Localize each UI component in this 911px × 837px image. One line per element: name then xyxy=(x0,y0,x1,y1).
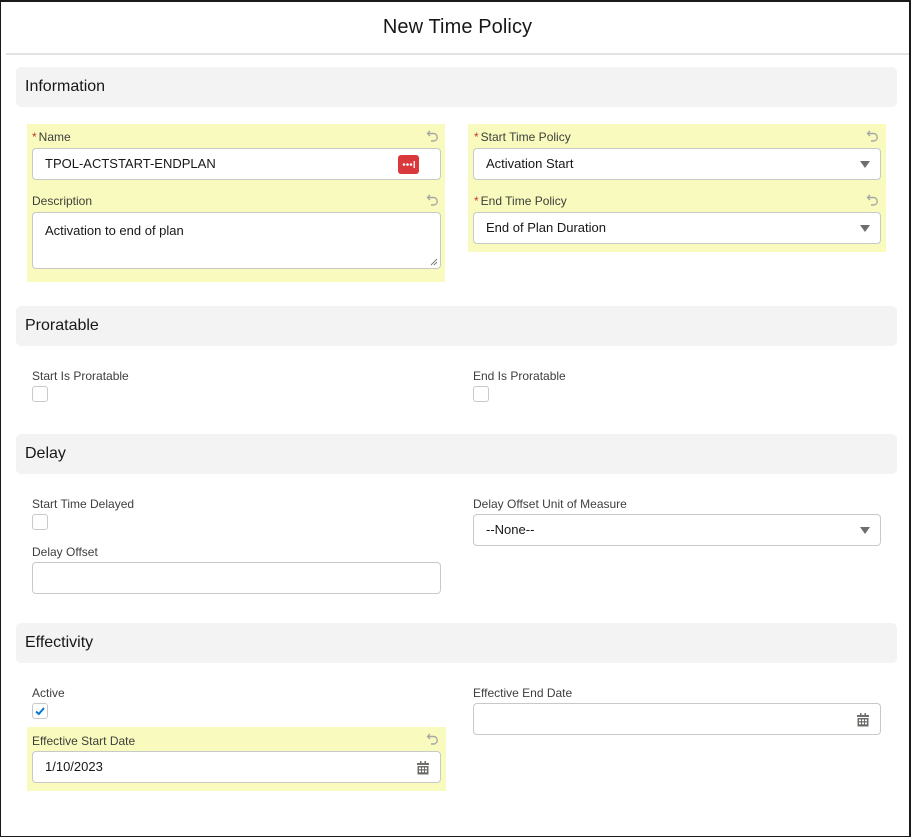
delay-offset-unit-select[interactable]: --None-- xyxy=(473,514,881,546)
delay-offset-unit-label: Delay Offset Unit of Measure xyxy=(473,497,627,511)
active-label: Active xyxy=(32,686,65,700)
start-time-policy-select[interactable]: Activation Start xyxy=(473,148,881,180)
delay-offset-label: Delay Offset xyxy=(32,545,98,559)
section-header-information[interactable]: Information xyxy=(16,67,897,107)
effective-end-date-label: Effective End Date xyxy=(473,686,573,700)
effective-start-date-label: Effective Start Date xyxy=(32,734,136,748)
delay-offset-input[interactable] xyxy=(32,562,441,594)
description-textarea[interactable]: Activation to end of plan xyxy=(32,212,441,269)
section-header-delay[interactable]: Delay xyxy=(16,434,897,474)
calendar-icon[interactable] xyxy=(857,713,869,727)
end-is-proratable-checkbox[interactable] xyxy=(473,386,489,402)
undo-icon[interactable] xyxy=(866,129,880,143)
name-label-text: Name xyxy=(38,130,71,144)
modal-header: New Time Policy xyxy=(6,2,909,55)
calendar-icon[interactable] xyxy=(417,761,429,775)
chevron-down-icon xyxy=(860,225,870,232)
active-checkbox[interactable] xyxy=(32,703,48,719)
end-time-policy-value: End of Plan Duration xyxy=(486,220,606,235)
section-header-effectivity[interactable]: Effectivity xyxy=(16,623,897,663)
chevron-down-icon xyxy=(860,161,870,168)
start-time-delayed-label: Start Time Delayed xyxy=(32,497,135,511)
checkmark-icon xyxy=(35,707,45,716)
end-is-proratable-label: End Is Proratable xyxy=(473,369,566,383)
required-marker: * xyxy=(474,194,479,208)
section-header-proratable[interactable]: Proratable xyxy=(16,306,897,346)
undo-icon[interactable] xyxy=(426,193,440,207)
undo-icon[interactable] xyxy=(866,193,880,207)
resize-grip-icon[interactable] xyxy=(430,258,438,266)
name-input[interactable]: TPOL-ACTSTART-ENDPLAN xyxy=(32,148,441,180)
page-title: New Time Policy xyxy=(382,16,533,38)
effective-start-date-input[interactable]: 1/10/2023 xyxy=(32,751,441,783)
name-value: TPOL-ACTSTART-ENDPLAN xyxy=(45,156,216,171)
undo-icon[interactable] xyxy=(426,129,440,143)
description-label: Description xyxy=(32,194,93,208)
end-time-policy-label: * End Time Policy xyxy=(474,194,567,208)
end-time-policy-select[interactable]: End of Plan Duration xyxy=(473,212,881,244)
description-value: Activation to end of plan xyxy=(45,223,184,238)
delay-offset-unit-value: --None-- xyxy=(486,522,535,537)
start-time-policy-value: Activation Start xyxy=(486,156,574,171)
chevron-down-icon xyxy=(860,527,870,534)
start-time-policy-label: * Start Time Policy xyxy=(474,130,571,144)
required-marker: * xyxy=(32,130,37,144)
effective-end-date-input[interactable] xyxy=(473,703,881,735)
undo-icon[interactable] xyxy=(426,732,440,746)
start-time-policy-label-text: Start Time Policy xyxy=(480,130,571,144)
effective-start-date-value: 1/10/2023 xyxy=(45,759,103,774)
modal-frame: New Time Policy Information * Name TPOL-A… xyxy=(0,0,911,837)
password-manager-icon[interactable] xyxy=(398,155,419,174)
start-time-delayed-checkbox[interactable] xyxy=(32,514,48,530)
start-is-proratable-checkbox[interactable] xyxy=(32,386,48,402)
start-is-proratable-label: Start Is Proratable xyxy=(32,369,129,383)
required-marker: * xyxy=(474,130,479,144)
end-time-policy-label-text: End Time Policy xyxy=(480,194,567,208)
name-label: * Name xyxy=(32,130,71,144)
